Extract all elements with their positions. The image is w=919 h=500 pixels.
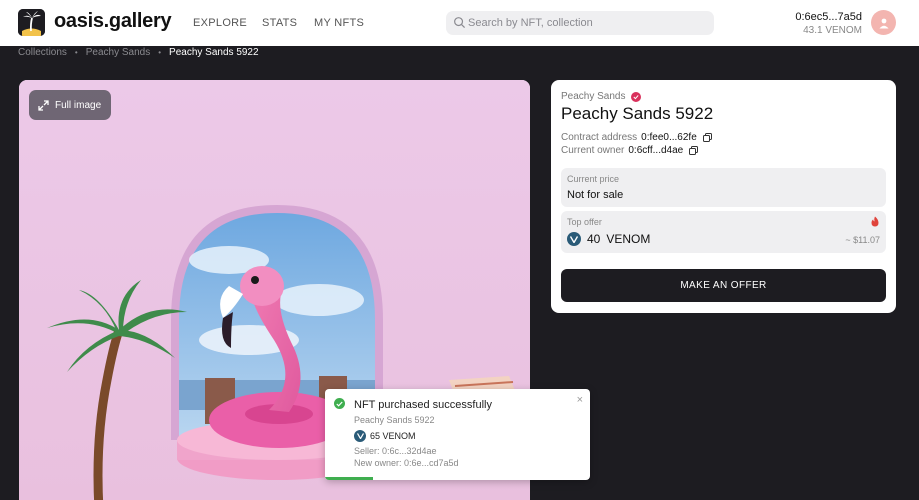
wallet-balance: 43.1 VENOM — [803, 25, 862, 36]
nav-my-nfts[interactable]: MY NFTS — [314, 17, 364, 29]
toast-seller: Seller: 0:6c...32d4ae — [354, 446, 437, 456]
close-icon[interactable]: × — [577, 394, 583, 406]
toast-nft-name: Peachy Sands 5922 — [354, 415, 435, 425]
breadcrumb-current: Peachy Sands 5922 — [169, 47, 259, 58]
search-icon — [454, 17, 466, 29]
user-avatar[interactable] — [871, 10, 896, 35]
search-bar — [446, 11, 714, 35]
make-offer-button[interactable]: MAKE AN OFFER — [561, 269, 886, 302]
top-header: oasis.gallery EXPLORE STATS MY NFTS 0:6e… — [0, 0, 919, 46]
current-owner-row: Current owner 0:6cff...d4ae — [561, 145, 699, 156]
collection-row: Peachy Sands — [561, 91, 641, 102]
top-offer-label: Top offer — [567, 217, 602, 227]
contract-address-label: Contract address — [561, 132, 638, 143]
wallet-address[interactable]: 0:6ec5...7a5d — [795, 11, 862, 23]
top-offer-box: Top offer 40 VENOM ~ $11.07 — [561, 211, 886, 253]
toast-progress-bar — [325, 477, 373, 480]
copy-icon[interactable] — [689, 146, 699, 155]
nav-stats[interactable]: STATS — [262, 17, 297, 29]
toast-price-row: 65 VENOM — [354, 430, 416, 442]
search-input[interactable] — [468, 11, 708, 35]
brand-name[interactable]: oasis.gallery — [54, 10, 172, 33]
breadcrumb-separator: • — [158, 48, 162, 57]
toast-price: 65 VENOM — [370, 431, 416, 441]
toast-new-owner: New owner: 0:6e...cd7a5d — [354, 458, 459, 468]
top-offer-usd: ~ $11.07 — [845, 235, 880, 245]
top-offer-currency: VENOM — [606, 232, 651, 246]
nft-info-card: Peachy Sands Peachy Sands 5922 Contract … — [551, 80, 896, 313]
current-price-box: Current price Not for sale — [561, 168, 886, 207]
nav-explore[interactable]: EXPLORE — [193, 17, 247, 29]
verified-check-icon — [630, 91, 641, 102]
collection-name[interactable]: Peachy Sands — [561, 91, 626, 102]
user-icon — [879, 18, 888, 28]
nft-title: Peachy Sands 5922 — [561, 104, 714, 123]
breadcrumb-collection[interactable]: Peachy Sands — [86, 47, 151, 58]
full-image-label: Full image — [55, 99, 102, 111]
venom-icon — [567, 232, 581, 246]
palm-logo-icon[interactable] — [18, 9, 45, 36]
full-image-button[interactable]: Full image — [29, 90, 111, 120]
copy-icon[interactable] — [702, 133, 712, 142]
current-price-label: Current price — [567, 174, 620, 184]
contract-address-row: Contract address 0:fee0...62fe — [561, 132, 712, 143]
current-owner-value[interactable]: 0:6cff...d4ae — [628, 145, 683, 156]
current-price-value: Not for sale — [567, 189, 624, 201]
purchase-success-toast: NFT purchased successfully Peachy Sands … — [325, 389, 590, 480]
fire-icon — [871, 216, 879, 227]
current-owner-label: Current owner — [561, 145, 625, 156]
top-offer-amount-row: 40 VENOM — [567, 232, 650, 246]
breadcrumb-collections[interactable]: Collections — [18, 47, 67, 58]
breadcrumb: Collections • Peachy Sands • Peachy Sand… — [18, 47, 259, 58]
expand-icon — [38, 99, 49, 111]
contract-address-value[interactable]: 0:fee0...62fe — [641, 132, 697, 143]
venom-icon — [354, 430, 366, 442]
toast-title: NFT purchased successfully — [354, 399, 492, 411]
success-check-icon — [334, 398, 345, 409]
top-offer-amount: 40 — [587, 232, 601, 246]
breadcrumb-separator: • — [74, 48, 78, 57]
